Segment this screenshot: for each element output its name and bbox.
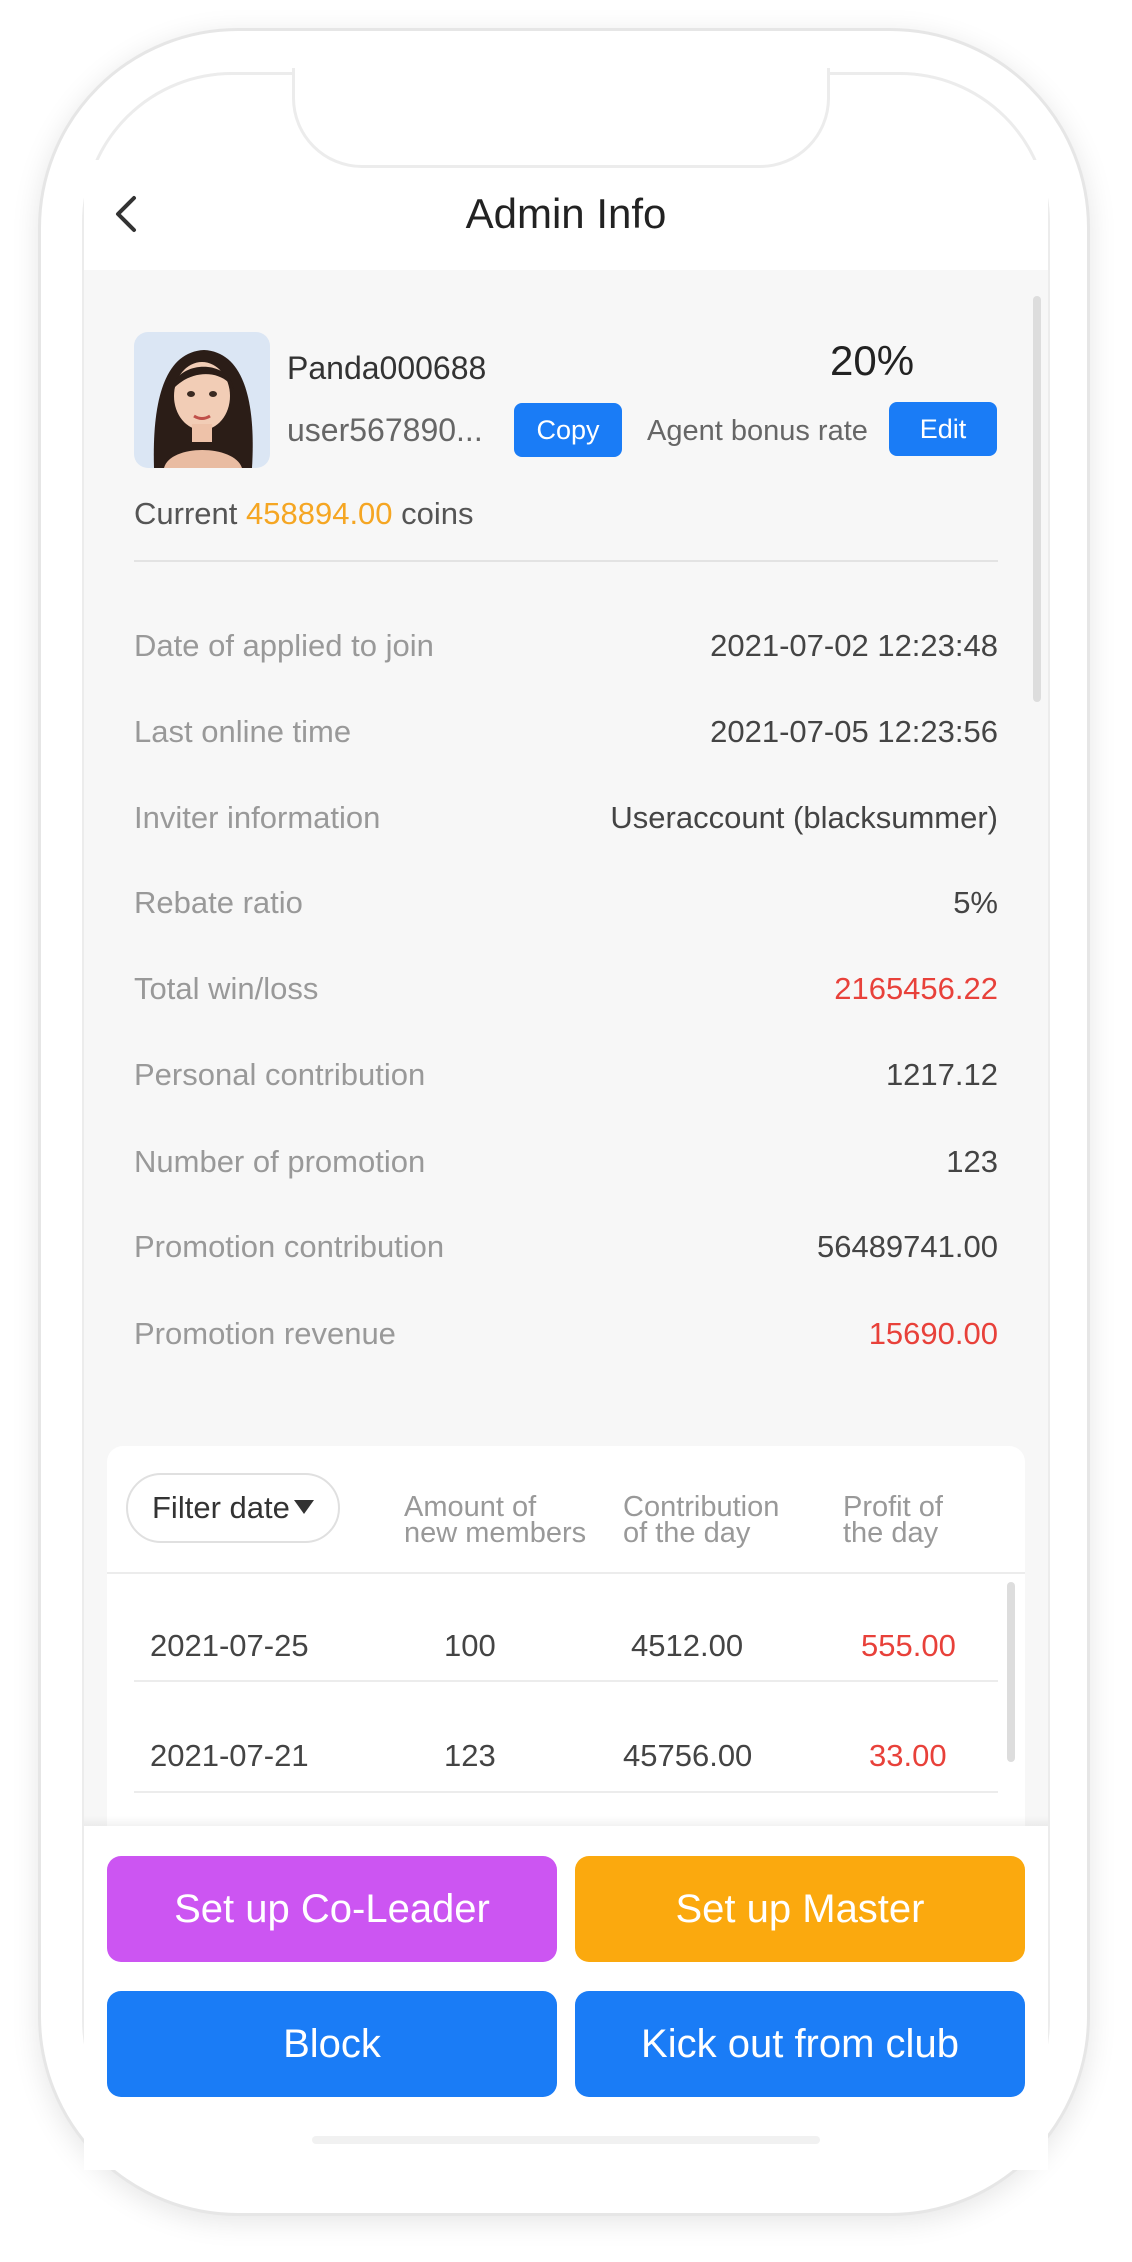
app-header: Admin Info: [84, 160, 1048, 270]
block-button[interactable]: Block: [107, 1991, 557, 2097]
current-coins: Current 458894.00 coins: [134, 496, 474, 532]
agent-bonus-rate-label: Agent bonus rate: [647, 415, 868, 447]
coins-value: 458894.00: [246, 496, 393, 531]
set-up-master-button[interactable]: Set up Master: [575, 1856, 1025, 1962]
info-label: Personal contribution: [134, 1057, 426, 1092]
avatar: [134, 332, 270, 468]
info-label: Number of promotion: [134, 1144, 426, 1179]
page-title: Admin Info: [465, 190, 667, 237]
table-row[interactable]: 2021-07-25 100 4512.00 555.00: [134, 1592, 998, 1702]
kick-out-button[interactable]: Kick out from club: [575, 1991, 1025, 2097]
phone-notch: [292, 68, 830, 168]
row-profit: 555.00: [861, 1628, 956, 1663]
copy-button[interactable]: Copy: [514, 403, 622, 457]
row-contribution: 45756.00: [623, 1738, 753, 1773]
caret-down-icon: [294, 1500, 314, 1514]
coins-suffix: coins: [401, 496, 474, 531]
row-divider: [134, 1791, 998, 1793]
row-profit: 33.00: [869, 1738, 947, 1773]
info-row-join-date: Date of applied to join 2021-07-02 12:23…: [134, 628, 998, 668]
row-new-members: 100: [444, 1628, 496, 1663]
info-label: Promotion contribution: [134, 1229, 445, 1264]
info-value: 1217.12: [885, 1057, 998, 1092]
content-scrollbar[interactable]: [1033, 296, 1041, 702]
info-value: 123: [946, 1144, 998, 1179]
info-label: Date of applied to join: [134, 628, 434, 663]
info-value: 2021-07-05 12:23:56: [710, 714, 998, 749]
row-divider: [134, 1680, 998, 1682]
info-row-number-of-promotion: Number of promotion 123: [134, 1144, 998, 1184]
row-date: 2021-07-21: [150, 1738, 309, 1773]
current-prefix: Current: [134, 496, 238, 531]
home-indicator[interactable]: [312, 2136, 820, 2144]
info-label: Inviter information: [134, 800, 381, 835]
user-id: user567890...: [287, 412, 483, 448]
info-row-rebate-ratio: Rebate ratio 5%: [134, 885, 998, 925]
table-scrollbar[interactable]: [1007, 1582, 1015, 1762]
info-label: Last online time: [134, 714, 352, 749]
table-row[interactable]: 2021-07-21 123 45756.00 33.00: [134, 1702, 998, 1812]
info-value: 2021-07-02 12:23:48: [710, 628, 998, 663]
info-value: 56489741.00: [816, 1229, 998, 1264]
set-up-co-leader-button[interactable]: Set up Co-Leader: [107, 1856, 557, 1962]
info-row-last-online: Last online time 2021-07-05 12:23:56: [134, 714, 998, 754]
agent-bonus-rate-value: 20%: [830, 337, 915, 384]
info-value: 2165456.22: [834, 971, 998, 1006]
info-row-inviter: Inviter information Useraccount (blacksu…: [134, 800, 998, 840]
info-label: Rebate ratio: [134, 885, 303, 920]
info-value: 15690.00: [868, 1316, 998, 1351]
info-value: 5%: [953, 885, 998, 920]
info-row-personal-contribution: Personal contribution 1217.12: [134, 1057, 998, 1097]
column-header-new-members: Amount of new members: [404, 1491, 587, 1549]
info-row-promotion-contribution: Promotion contribution 56489741.00: [134, 1229, 998, 1269]
info-label: Promotion revenue: [134, 1316, 396, 1351]
table-header-divider: [107, 1572, 1025, 1574]
edit-button[interactable]: Edit: [889, 402, 997, 456]
divider: [134, 560, 998, 562]
info-value: Useraccount (blacksummer): [610, 800, 998, 835]
row-contribution: 4512.00: [631, 1628, 744, 1663]
info-row-promotion-revenue: Promotion revenue 15690.00: [134, 1316, 998, 1356]
info-label: Total win/loss: [134, 971, 319, 1006]
filter-date-label: Filter date: [152, 1490, 290, 1525]
column-header-profit: Profit of the day: [843, 1491, 943, 1549]
row-new-members: 123: [444, 1738, 496, 1773]
column-header-contribution: Contribution of the day: [623, 1491, 780, 1549]
username: Panda000688: [287, 350, 487, 386]
row-date: 2021-07-25: [150, 1628, 309, 1663]
info-row-total-win-loss: Total win/loss 2165456.22: [134, 971, 998, 1011]
